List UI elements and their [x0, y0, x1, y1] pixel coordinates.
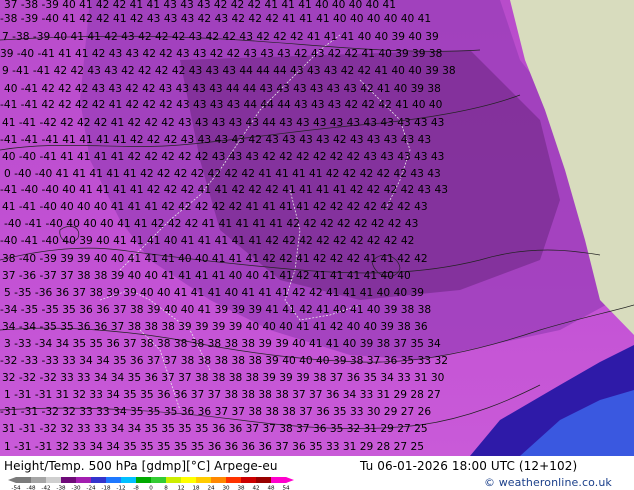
temperature-row: -40 -41 -40 40 40 40 41 41 42 42 42 41 4… [4, 218, 418, 230]
temperature-row: 1 -31 -31 32 33 34 34 35 35 35 35 35 36 … [4, 441, 424, 453]
colorbar-segment [166, 477, 182, 483]
colorbar-arrow-right [286, 477, 294, 483]
colorbar-tick-label: 0 [149, 486, 153, 490]
map-footer: Height/Temp. 500 hPa [gdmp][°C] Arpege-e… [0, 456, 634, 490]
colorbar-segment [196, 477, 212, 483]
temperature-row: 40 -41 42 42 42 43 43 42 42 43 43 43 43 … [4, 83, 441, 95]
temperature-row: 40 -40 -41 41 41 41 41 42 42 42 42 42 43… [2, 151, 444, 163]
colorbar-tick-label: -42 [41, 486, 50, 490]
colorbar-tick-label: 12 [177, 486, 184, 490]
colorbar-tick-label: -24 [86, 486, 96, 490]
colorbar-arrow-left [8, 477, 16, 483]
temperature-row: 39 -40 -41 41 41 42 43 43 42 42 43 43 42… [0, 48, 442, 60]
colorbar-segment [76, 477, 92, 483]
colorbar-tick-label: 8 [164, 486, 168, 490]
colorbar-segment [241, 477, 257, 483]
colorbar-segment [211, 477, 227, 483]
credit-link[interactable]: © weatheronline.co.uk [484, 476, 612, 489]
temperature-row: -32 -33 -33 33 34 34 35 36 37 37 38 38 3… [0, 355, 448, 367]
colorbar-tick-label: -30 [71, 486, 81, 490]
temperature-row: -31 -31 -32 32 33 33 34 35 35 35 36 36 3… [0, 406, 432, 418]
temperature-row: -41 -41 -41 41 41 41 41 42 42 42 43 43 4… [0, 134, 431, 146]
temperature-row: 41 -41 -40 40 40 40 41 41 41 42 42 42 42… [2, 201, 428, 213]
colorbar-tick-label: -18 [101, 486, 111, 490]
temperature-row: -41 -40 -40 40 41 41 41 41 42 42 42 41 4… [0, 184, 448, 196]
colorbar-segment [256, 477, 272, 483]
temperature-row: 1 -31 -31 31 32 33 34 35 35 36 36 37 37 … [4, 389, 441, 401]
map-title: Height/Temp. 500 hPa [gdmp][°C] Arpege-e… [4, 459, 278, 473]
temperature-row: 7 -38 -39 40 41 41 42 43 42 42 42 43 42 … [2, 31, 439, 43]
colorbar-tick-label: -8 [133, 486, 139, 490]
colorbar: -54 -48 -42 -38 -30 -24 -18 -12 -8 0 8 12 18 24 30 38 42… [8, 477, 294, 490]
temperature-row: -34 -35 -35 35 36 36 37 38 39 40 40 41 3… [0, 304, 431, 316]
colorbar-segment [151, 477, 167, 483]
temperature-row: 34 -34 -35 35 36 36 37 38 38 38 39 39 39… [2, 321, 428, 333]
colorbar-segment [271, 477, 287, 483]
temperature-row: 9 -41 -41 42 42 43 43 42 42 42 42 43 43 … [2, 65, 456, 77]
colorbar-tick-label: -54 [11, 486, 21, 490]
colorbar-segment [31, 477, 47, 483]
temperature-row: -40 -41 -40 40 39 40 41 41 41 40 41 41 4… [0, 235, 414, 247]
temperature-row: -38 -39 -40 41 42 42 41 42 43 43 43 42 4… [0, 13, 431, 25]
temperature-row: 32 -32 -32 33 33 34 34 35 36 37 37 38 38… [2, 372, 444, 384]
colorbar-tick-label: 42 [252, 486, 259, 490]
temperature-row: 41 -41 -42 42 42 42 41 42 42 42 43 43 43… [2, 117, 444, 129]
colorbar-tick-label: 18 [192, 486, 200, 490]
colorbar-segment [16, 477, 32, 483]
temperature-row: -41 -41 42 42 42 42 41 42 42 42 43 43 43… [0, 99, 442, 111]
colorbar-segment [46, 477, 62, 483]
temperature-row: 3 -33 -34 34 35 35 36 37 38 38 38 38 38 … [4, 338, 441, 350]
temperature-row: 31 -31 -32 32 33 33 34 34 35 35 35 35 36… [2, 423, 428, 435]
colorbar-segment [136, 477, 152, 483]
colorbar-segment [181, 477, 197, 483]
temperature-row: 5 -35 -36 36 37 38 39 39 40 40 41 41 41 … [4, 287, 424, 299]
temperature-row: 38 -40 -39 39 39 40 40 41 41 41 40 40 41… [2, 253, 428, 265]
temperature-row: 0 -40 -40 41 41 41 41 41 42 42 42 42 42 … [4, 168, 441, 180]
colorbar-tick-label: -48 [26, 486, 36, 490]
temperature-row: 37 -36 -37 37 38 38 39 40 40 41 41 41 41… [2, 270, 411, 282]
weather-map: 37 -38 -39 40 41 42 42 41 41 43 43 43 42… [0, 0, 634, 456]
colorbar-tick-label: -12 [116, 486, 125, 490]
colorbar-tick-label: -38 [56, 486, 66, 490]
colorbar-tick-label: 48 [267, 486, 275, 490]
colorbar-tick-label: 24 [207, 486, 215, 490]
colorbar-segment [106, 477, 122, 483]
colorbar-tick-label: 38 [237, 486, 245, 490]
temperature-row: 37 -38 -39 40 41 42 42 41 41 43 43 43 42… [4, 0, 396, 11]
colorbar-segment [61, 477, 77, 483]
colorbar-tick-label: 30 [222, 486, 230, 490]
colorbar-segment [226, 477, 242, 483]
colorbar-segment [91, 477, 107, 483]
colorbar-tick-label: 54 [282, 486, 290, 490]
forecast-time: Tu 06-01-2026 18:00 UTC (12+102) [360, 459, 578, 473]
colorbar-segment [121, 477, 137, 483]
